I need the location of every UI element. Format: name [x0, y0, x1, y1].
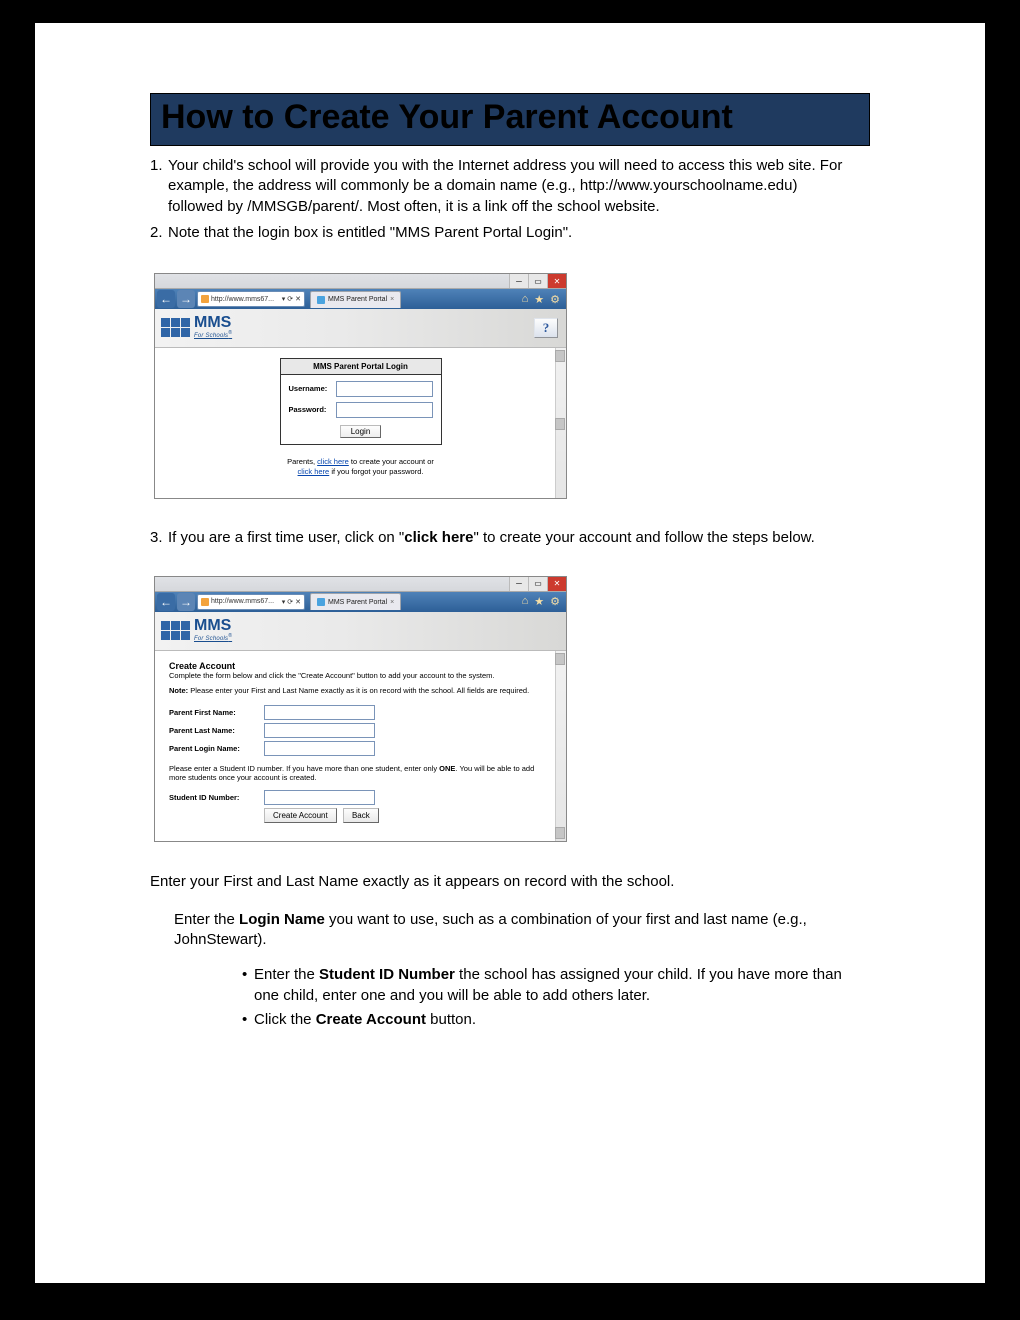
address-bar[interactable]: http://www.mms67... ▾ ⟳ ✕: [197, 291, 305, 307]
settings-icon[interactable]: ⚙: [550, 595, 560, 608]
step-3: 3. If you are a first time user, click o…: [150, 529, 870, 546]
refresh-icon[interactable]: ⟳: [287, 598, 293, 606]
step-2-text: Note that the login box is entitled "MMS…: [168, 223, 850, 243]
note-text: Please enter your First and Last Name ex…: [188, 686, 529, 695]
portal-header: MMS For Schools®: [155, 612, 566, 651]
site-icon: [201, 598, 209, 606]
screenshot-create-account: ─ ▭ ✕ ← → http://www.mms67... ▾ ⟳ ✕ MMS …: [154, 576, 567, 842]
login-title: MMS Parent Portal Login: [281, 359, 441, 375]
portal-content: Create Account Complete the form below a…: [155, 651, 566, 841]
username-input[interactable]: [336, 381, 433, 397]
body-paragraph-1: Enter your First and Last Name exactly a…: [150, 872, 870, 892]
window-min-button[interactable]: ─: [509, 577, 528, 591]
document-page: How to Create Your Parent Account 1. You…: [30, 18, 990, 1288]
bullet-student-id: Enter the Student ID Number the school h…: [242, 965, 870, 1006]
bullet-create-account: Click the Create Account button.: [242, 1010, 870, 1030]
window-title-bar: ─ ▭ ✕: [155, 577, 566, 592]
back-button[interactable]: ←: [157, 593, 175, 611]
step-3-text-pre: If you are a first time user, click on ": [168, 529, 404, 546]
logo-subtitle: For Schools®: [194, 633, 232, 642]
first-name-label: Parent First Name:: [169, 708, 264, 717]
bullet-list: Enter the Student ID Number the school h…: [202, 965, 870, 1030]
login-button[interactable]: Login: [340, 425, 382, 438]
window-min-button[interactable]: ─: [509, 274, 528, 288]
browser-tab[interactable]: MMS Parent Portal ×: [310, 593, 401, 610]
window-close-button[interactable]: ✕: [547, 274, 566, 288]
portal-header: MMS For Schools® ?: [155, 309, 566, 348]
logo-subtitle: For Schools®: [194, 330, 232, 339]
browser-toolbar: ← → http://www.mms67... ▾ ⟳ ✕ MMS Parent…: [155, 289, 566, 309]
browser-toolbar: ← → http://www.mms67... ▾ ⟳ ✕ MMS Parent…: [155, 592, 566, 612]
create-account-button[interactable]: Create Account: [264, 808, 337, 823]
password-label: Password:: [289, 405, 332, 414]
refresh-icon[interactable]: ⟳: [287, 295, 293, 303]
create-account-link[interactable]: click here: [317, 457, 349, 466]
step-3-text-post: " to create your account and follow the …: [473, 529, 814, 546]
window-title-bar: ─ ▭ ✕: [155, 274, 566, 289]
student-id-input[interactable]: [264, 790, 375, 805]
username-label: Username:: [289, 384, 332, 393]
tab-close-icon[interactable]: ×: [390, 599, 394, 606]
window-max-button[interactable]: ▭: [528, 577, 547, 591]
scrollbar[interactable]: [555, 651, 566, 841]
stop-icon[interactable]: ✕: [295, 598, 301, 606]
back-button[interactable]: ←: [157, 290, 175, 308]
login-box: MMS Parent Portal Login Username: Passwo…: [280, 358, 442, 445]
login-helper-links: Parents, click here to create your accou…: [165, 457, 556, 477]
home-icon[interactable]: ⌂: [522, 595, 529, 608]
page-title: How to Create Your Parent Account: [161, 98, 859, 137]
create-account-form: Create Account Complete the form below a…: [165, 661, 556, 823]
settings-icon[interactable]: ⚙: [550, 293, 560, 306]
title-bar: How to Create Your Parent Account: [150, 93, 870, 146]
address-bar[interactable]: http://www.mms67... ▾ ⟳ ✕: [197, 594, 305, 610]
first-name-input[interactable]: [264, 705, 375, 720]
student-id-label: Student ID Number:: [169, 793, 264, 802]
login-name-input[interactable]: [264, 741, 375, 756]
password-input[interactable]: [336, 402, 433, 418]
window-close-button[interactable]: ✕: [547, 577, 566, 591]
site-icon: [201, 295, 209, 303]
favorites-icon[interactable]: ★: [534, 293, 544, 306]
forgot-password-link[interactable]: click here: [298, 467, 330, 476]
mms-logo: MMS For Schools®: [161, 317, 232, 339]
step-1-text: Your child's school will provide you wit…: [168, 156, 850, 217]
step-list: 1. Your child's school will provide you …: [150, 156, 870, 243]
note-label: Note:: [169, 686, 188, 695]
step-3-bold: click here: [404, 529, 473, 546]
step-1: 1. Your child's school will provide you …: [150, 156, 870, 217]
stop-icon[interactable]: ✕: [295, 295, 301, 303]
tab-favicon: [317, 598, 325, 606]
login-name-label: Parent Login Name:: [169, 744, 264, 753]
browser-tab[interactable]: MMS Parent Portal ×: [310, 291, 401, 308]
last-name-input[interactable]: [264, 723, 375, 738]
logo-grid-icon: [161, 621, 190, 640]
tab-close-icon[interactable]: ×: [390, 296, 394, 303]
scrollbar[interactable]: [555, 348, 566, 498]
forward-button[interactable]: →: [177, 290, 195, 308]
portal-content: MMS Parent Portal Login Username: Passwo…: [155, 348, 566, 498]
create-account-heading: Create Account: [169, 661, 552, 671]
logo-grid-icon: [161, 318, 190, 337]
help-button[interactable]: ?: [534, 318, 558, 338]
home-icon[interactable]: ⌂: [522, 293, 529, 306]
body-paragraph-2: Enter the Login Name you want to use, su…: [174, 910, 870, 951]
tab-favicon: [317, 296, 325, 304]
create-account-sub: Complete the form below and click the "C…: [169, 671, 552, 680]
last-name-label: Parent Last Name:: [169, 726, 264, 735]
favorites-icon[interactable]: ★: [534, 595, 544, 608]
screenshot-login: ─ ▭ ✕ ← → http://www.mms67... ▾ ⟳ ✕ MMS …: [154, 273, 567, 499]
window-max-button[interactable]: ▭: [528, 274, 547, 288]
forward-button[interactable]: →: [177, 593, 195, 611]
mms-logo: MMS For Schools®: [161, 620, 232, 642]
back-button[interactable]: Back: [343, 808, 379, 823]
step-2: 2. Note that the login box is entitled "…: [150, 223, 870, 243]
